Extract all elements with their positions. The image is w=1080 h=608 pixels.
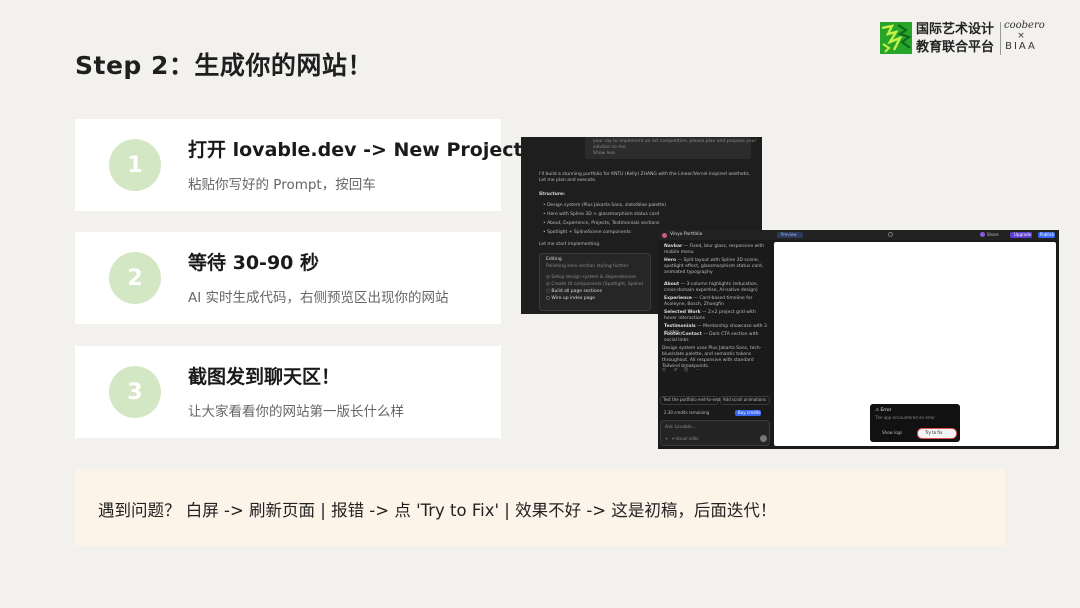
- page-title: Step 2：生成你的网站！: [75, 51, 373, 80]
- feature-item: Navbar — Fixed, blur glass, responsive w…: [664, 244, 765, 255]
- lovable-editor-screenshot: Vinyo Portfolio Preview Share Upgrade Pu…: [658, 230, 1059, 449]
- step-card-2: 2 等待 30-90 秒 AI 实时生成代码，右侧预览区出现你的网站: [75, 232, 501, 324]
- error-message: The app encountered an error: [875, 415, 936, 420]
- step-card-3: 3 截图发到聊天区！ 让大家看看你的网站第一版长什么样: [75, 346, 501, 438]
- tip-text: 遇到问题？ 白屏 -> 刷新页面 | 报错 -> 点 'Try to Fix' …: [98, 501, 777, 520]
- logo-partner: coobero × BIAA: [1004, 20, 1045, 53]
- user-avatar[interactable]: [980, 232, 985, 237]
- error-dialog: ⚠ Error The app encountered an error Sho…: [870, 404, 960, 442]
- globe-icon[interactable]: [888, 232, 893, 237]
- publish-label: Publish: [1040, 232, 1055, 237]
- structure-item: • Design system (Plus Jakarta Sans, slat…: [543, 203, 667, 208]
- show-logs-button[interactable]: Show logs: [882, 430, 902, 436]
- logo-chinese-name: 国际艺术设计 教育联合平台: [916, 21, 994, 57]
- chat-input-placeholder: Ask Lovable...: [665, 425, 697, 430]
- task-panel: Editing Polishing hero section styling f…: [539, 253, 651, 311]
- task-item: ◌ Build all page sections: [546, 289, 602, 294]
- show-less-link[interactable]: Show less: [593, 151, 615, 157]
- step-title: 打开 lovable.dev -> New Project: [188, 139, 523, 161]
- share-button[interactable]: Share: [987, 232, 999, 238]
- troubleshooting-tip: 遇到问题？ 白屏 -> 刷新页面 | 报错 -> 点 'Try to Fix' …: [75, 469, 1005, 546]
- step-title: 截图发到聊天区！: [188, 366, 341, 388]
- step-title: 等待 30-90 秒: [188, 252, 319, 274]
- task-item: ○ Wire up index page: [546, 296, 596, 301]
- structure-item: • Spotlight + SplineScene components: [543, 230, 631, 235]
- logo-divider: [1000, 22, 1001, 55]
- structure-item: • About, Experience, Projects, Testimoni…: [543, 221, 660, 226]
- step-description: 粘贴你写好的 Prompt，按回车: [188, 177, 376, 193]
- step-number-badge: 3: [109, 366, 161, 418]
- design-summary: Design system uses Plus Jakarta Sans, te…: [662, 346, 762, 369]
- step-card-1: 1 打开 lovable.dev -> New Project 粘贴你写好的 P…: [75, 119, 523, 211]
- feature-item: Selected Work — 2×2 project grid with ho…: [664, 310, 756, 321]
- preview-label: Preview: [781, 232, 797, 237]
- logo-x: ×: [1017, 31, 1025, 41]
- credits-remaining: 2.30 credits remaining: [664, 410, 710, 415]
- chat-input[interactable]: [660, 420, 770, 446]
- visual-edits-button[interactable]: ⌖ Visual edits: [672, 436, 699, 442]
- logo-biaa: BIAA: [1005, 41, 1037, 52]
- attach-icon[interactable]: +: [665, 436, 668, 442]
- structure-label: Structure:: [539, 192, 565, 197]
- project-name[interactable]: Vinyo Portfolio: [670, 232, 702, 238]
- task-panel-subtitle: Polishing hero section styling further: [546, 264, 629, 269]
- logo-icon: [880, 22, 912, 54]
- upgrade-label: Upgrade: [1014, 232, 1032, 237]
- logo-line-1: 国际艺术设计: [916, 22, 995, 37]
- buy-credits-label: Buy credits: [738, 410, 761, 415]
- feature-item: Experience — Card-based timeline for Aco…: [664, 296, 753, 307]
- suggestion-chip-label: Add scroll animations: [723, 397, 766, 402]
- send-button[interactable]: [760, 435, 767, 442]
- try-fix-label: Try to fix: [925, 430, 943, 435]
- start-text: Let me start implementing.: [539, 242, 601, 247]
- suggestion-chip-label: Test the portfolio end-to-end: [663, 397, 721, 402]
- task-item: ◎ Setup design system & dependencies: [546, 275, 637, 280]
- step-description: 让大家看看你的网站第一版长什么样: [188, 404, 404, 420]
- feature-item: Hero — Split layout with Spline 3D scene…: [664, 258, 764, 275]
- message-actions-icon[interactable]: ◷ ↺ ⎘ ⋯: [662, 368, 703, 374]
- assistant-intro: I'll build a stunning portfolio for KNTU…: [539, 172, 751, 183]
- structure-item: • Hero with Spline 3D + glassmorphism st…: [543, 212, 660, 217]
- error-title: ⚠ Error: [875, 408, 892, 413]
- project-avatar: [662, 233, 667, 238]
- feature-item: Footer/Contact — Dark CTA section with s…: [664, 332, 759, 343]
- step-description: AI 实时生成代码，右侧预览区出现你的网站: [188, 290, 449, 306]
- feature-item: About — 3-column highlights (education, …: [664, 282, 759, 293]
- logo-line-2: 教育联合平台: [916, 40, 995, 55]
- task-item: ◎ Create UI components (Spotlight, Splin…: [546, 282, 644, 287]
- step-number-badge: 1: [109, 139, 161, 191]
- step-number-badge: 2: [109, 252, 161, 304]
- task-panel-title: Editing: [546, 257, 562, 262]
